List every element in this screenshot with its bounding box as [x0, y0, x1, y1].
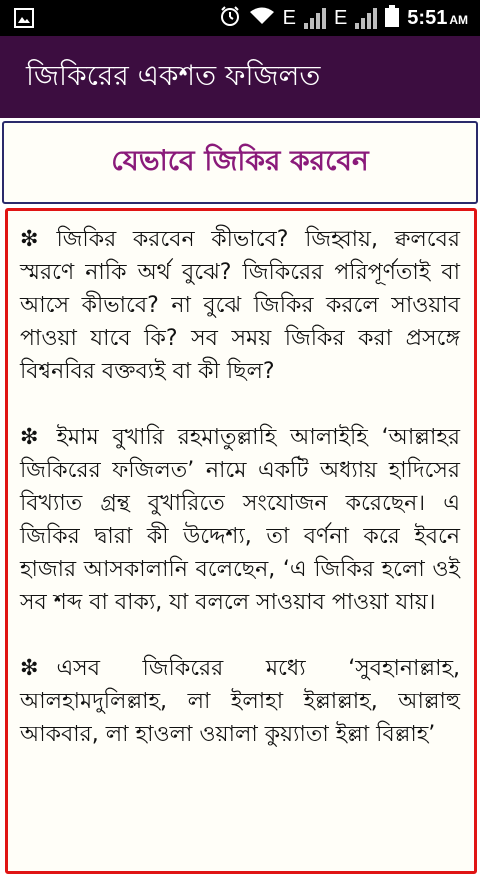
paragraph-text: জিকির করবেন কীভাবে? জিহ্বায়, ক্বলবের স্… [20, 227, 460, 384]
app-title: জিকিরের একশত ফজিলত [26, 59, 321, 92]
section-title-card: যেভাবে জিকির করবেন [2, 121, 478, 204]
wifi-icon [249, 6, 275, 30]
section-title: যেভাবে জিকির করবেন [111, 144, 369, 177]
clock: 5:51 AM [407, 7, 468, 30]
paragraph-2: ❇ ইমাম বুখারি রহমাতুল্লাহি আলাইহি ‘আল্লাহ… [20, 421, 460, 619]
network-type-2: E [333, 6, 348, 29]
image-notification-icon [14, 8, 34, 32]
bullet-icon: ❇ [20, 656, 39, 681]
alarm-icon [219, 5, 241, 31]
battery-icon [385, 5, 400, 31]
bullet-icon: ❇ [20, 227, 39, 252]
bullet-icon: ❇ [20, 425, 39, 450]
content-scroll-area[interactable]: ❇ জিকির করবেন কীভাবে? জিহ্বায়, ক্বলবের স… [5, 208, 477, 874]
paragraph-text: ইমাম বুখারি রহমাতুল্লাহি আলাইহি ‘আল্লাহর… [20, 425, 460, 615]
paragraph-3: ❇ এসব জিকিরের মধ্যে ‘সুবহানাল্লাহ, আলহামদ… [20, 652, 460, 751]
content-text: ❇ জিকির করবেন কীভাবে? জিহ্বায়, ক্বলবের স… [8, 211, 474, 751]
signal-strength-2-icon [355, 7, 378, 29]
status-bar: E E 5:51 AM [0, 0, 480, 36]
app-bar: জিকিরের একশত ফজিলত [0, 36, 480, 118]
signal-strength-1-icon [303, 7, 326, 29]
network-type-1: E [282, 6, 296, 29]
paragraph-text: এসব জিকিরের মধ্যে ‘সুবহানাল্লাহ, আলহামদু… [20, 656, 460, 747]
paragraph-1: ❇ জিকির করবেন কীভাবে? জিহ্বায়, ক্বলবের স… [20, 223, 460, 388]
clock-time: 5:51 [407, 6, 448, 29]
clock-ampm: AM [449, 12, 468, 27]
